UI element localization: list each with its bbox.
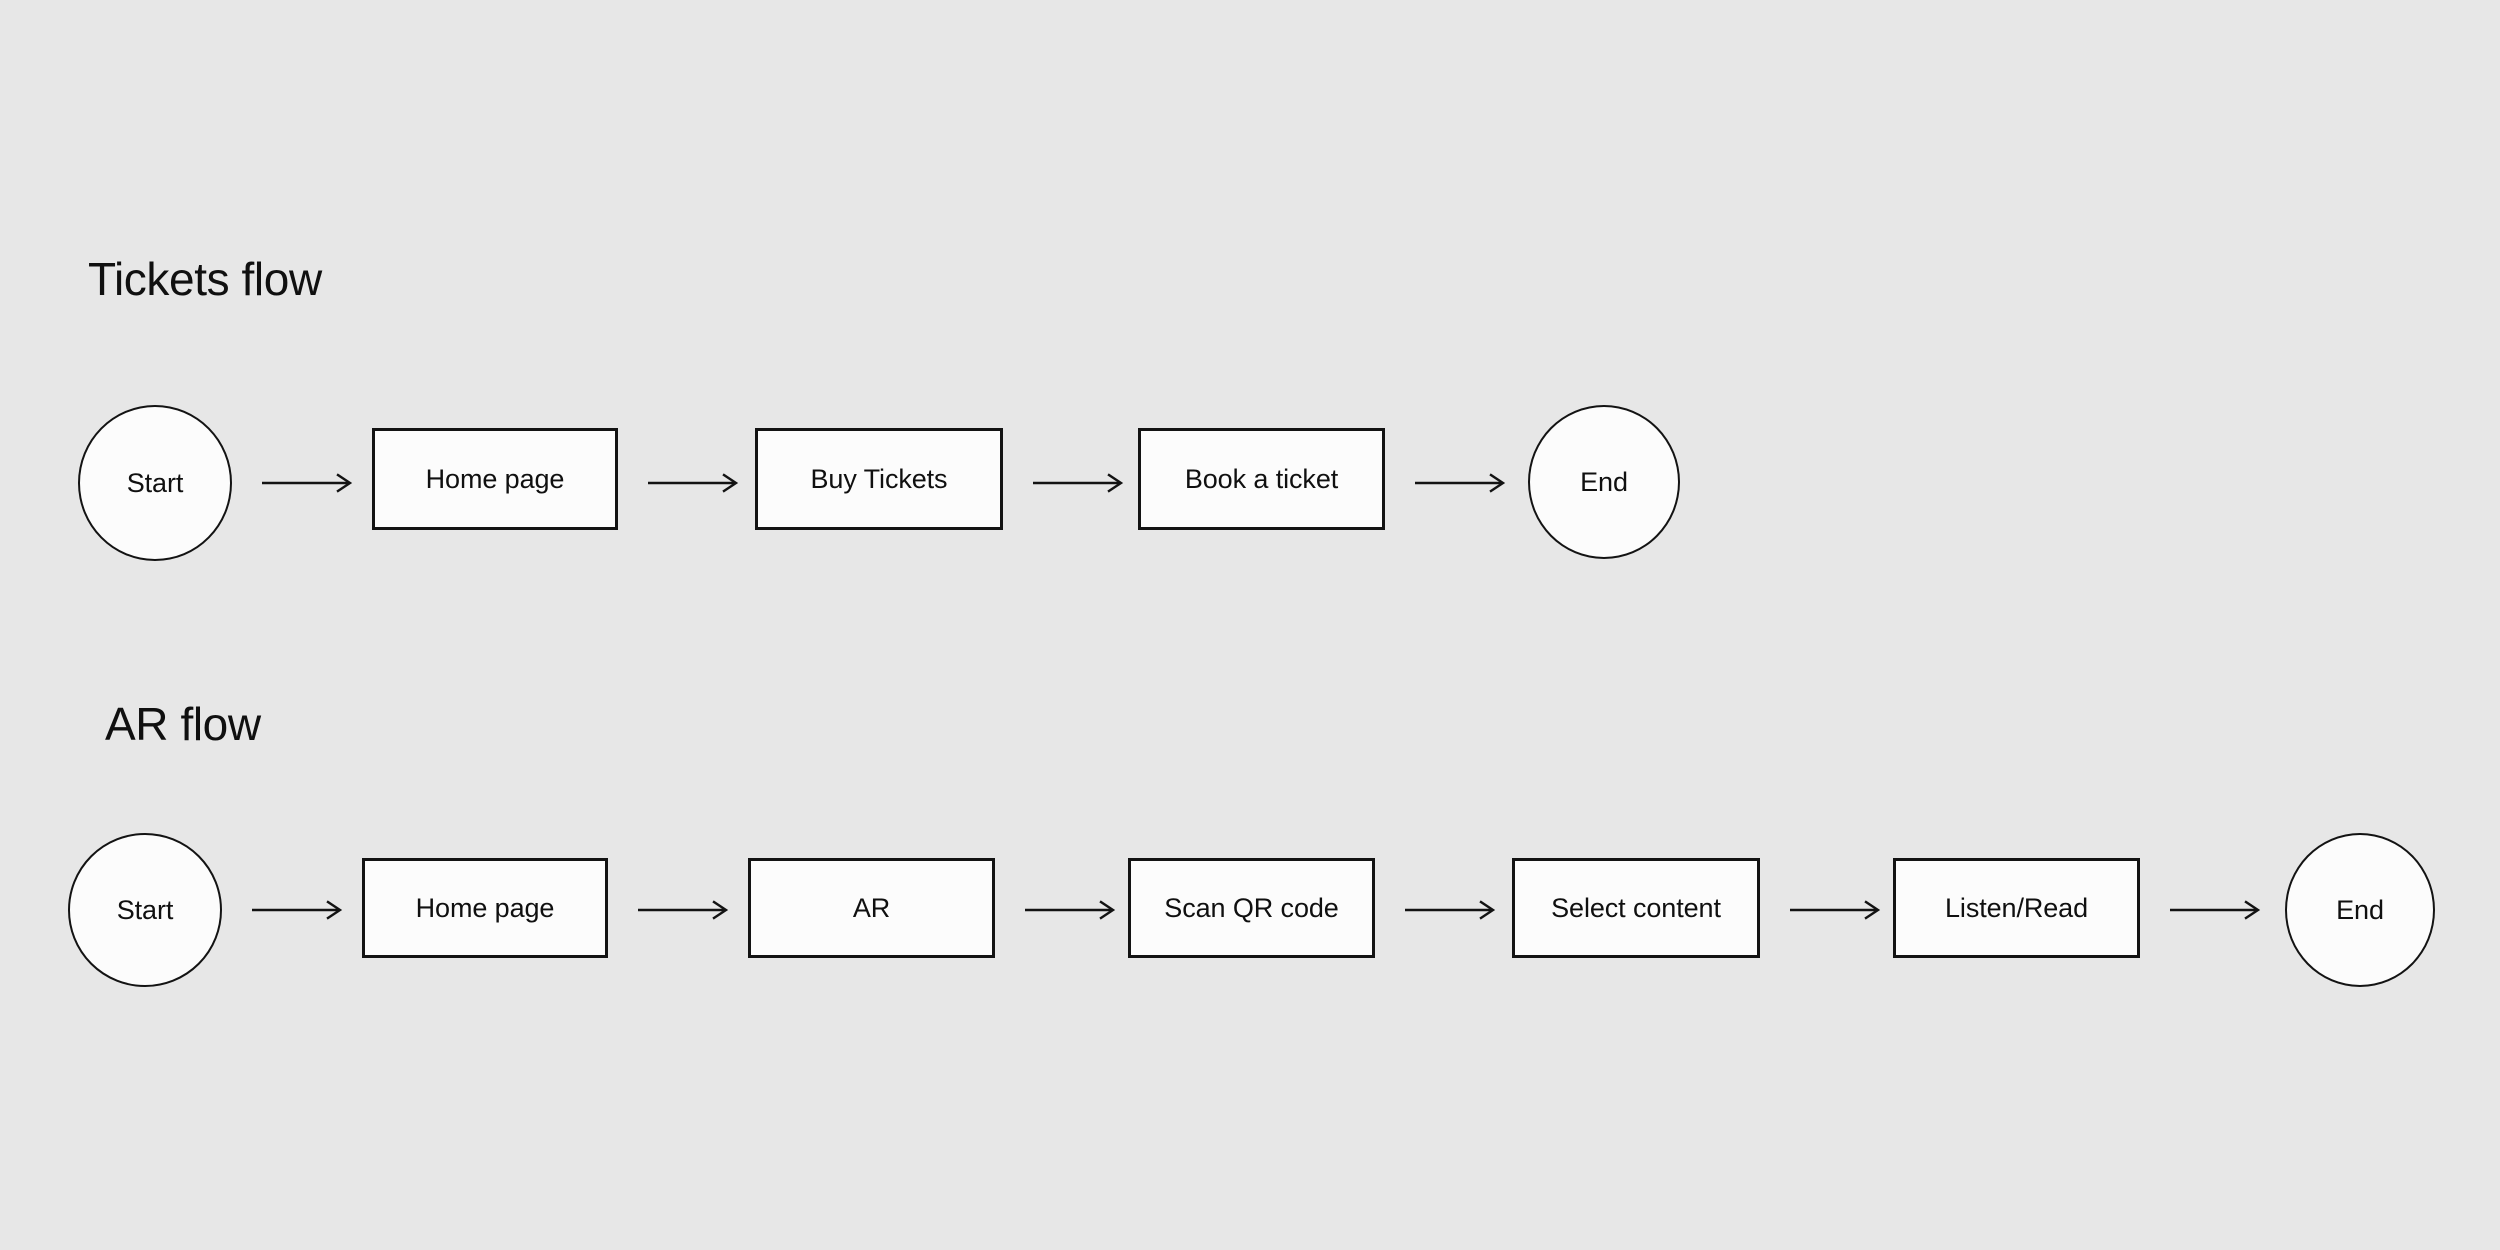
node-label: Scan QR code — [1164, 892, 1339, 923]
arrow-ar-start-to-home-page — [252, 898, 344, 922]
arrow-select-content-to-listen-read — [1790, 898, 1882, 922]
node-ar-listen-read[interactable]: Listen/Read — [1893, 858, 2140, 958]
ar-flow-row: Start Home page AR Scan QR code Select c… — [0, 825, 2500, 995]
arrow-home-page-to-buy-tickets — [648, 471, 740, 495]
node-label: Listen/Read — [1945, 892, 2088, 923]
arrow-home-page-to-ar — [638, 898, 730, 922]
ar-flow-title: AR flow — [105, 698, 261, 750]
node-ar-scan-qr-code[interactable]: Scan QR code — [1128, 858, 1375, 958]
node-ar-home-page[interactable]: Home page — [362, 858, 608, 958]
arrow-buy-tickets-to-book-a-ticket — [1033, 471, 1125, 495]
arrow-start-to-home-page — [262, 471, 354, 495]
node-tickets-home-page[interactable]: Home page — [372, 428, 618, 530]
tickets-flow-title: Tickets flow — [88, 253, 322, 305]
node-label: Select content — [1551, 892, 1721, 923]
arrow-ar-to-scan-qr-code — [1025, 898, 1117, 922]
node-label: Buy Tickets — [810, 463, 948, 494]
node-label: Start — [126, 467, 184, 498]
arrow-book-a-ticket-to-end — [1415, 471, 1507, 495]
node-label: Home page — [415, 892, 555, 923]
node-tickets-book-a-ticket[interactable]: Book a ticket — [1138, 428, 1385, 530]
node-label: Home page — [425, 463, 565, 494]
node-label: AR — [852, 892, 891, 923]
node-ar-select-content[interactable]: Select content — [1512, 858, 1760, 958]
tickets-flow-row: Start Home page Buy Tickets Book a ticke… — [0, 398, 2500, 568]
arrow-scan-qr-code-to-select-content — [1405, 898, 1497, 922]
node-tickets-start[interactable]: Start — [78, 405, 232, 561]
node-tickets-end[interactable]: End — [1528, 405, 1680, 559]
node-ar-start[interactable]: Start — [68, 833, 222, 987]
arrow-listen-read-to-end — [2170, 898, 2262, 922]
node-ar-ar[interactable]: AR — [748, 858, 995, 958]
node-label: End — [1580, 466, 1628, 497]
diagram-canvas: Tickets flow Start Home page Buy Tickets — [0, 0, 2500, 1250]
node-tickets-buy-tickets[interactable]: Buy Tickets — [755, 428, 1003, 530]
node-label: End — [2336, 894, 2384, 925]
node-label: Start — [116, 894, 174, 925]
node-label: Book a ticket — [1184, 463, 1339, 494]
node-ar-end[interactable]: End — [2285, 833, 2435, 987]
